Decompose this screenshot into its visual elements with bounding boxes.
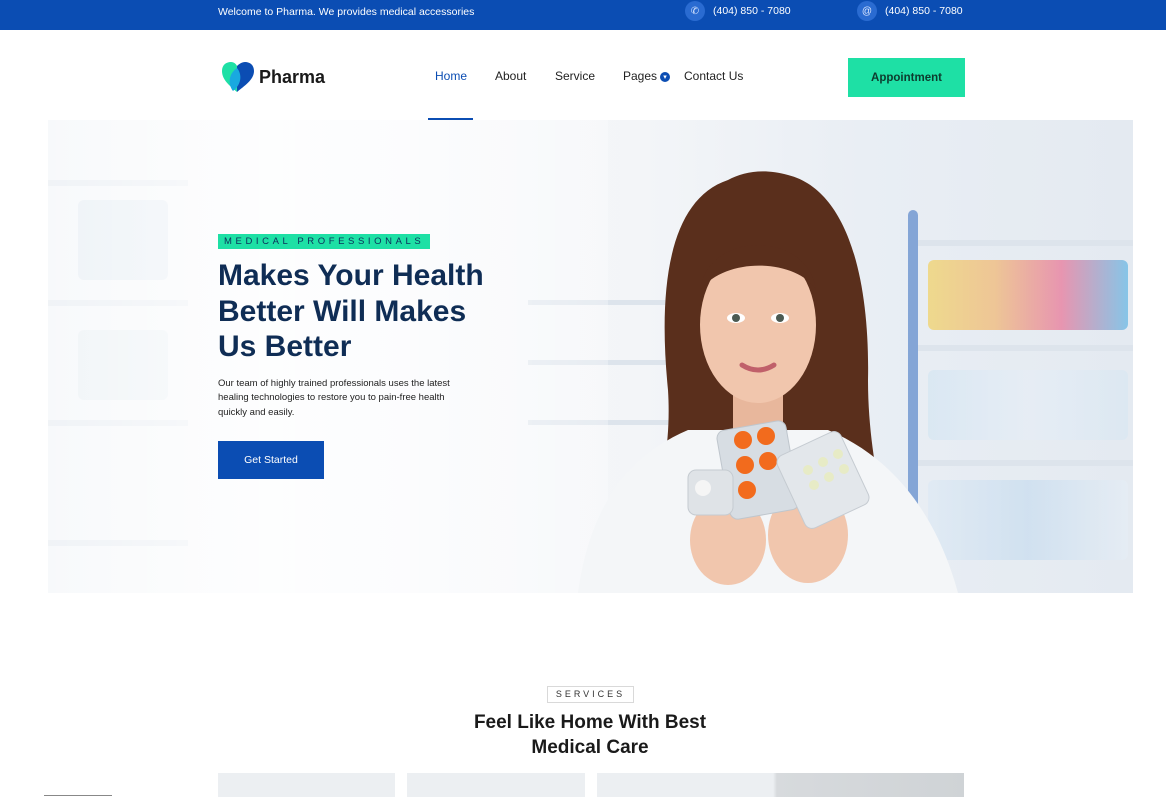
hero-banner — [48, 120, 1133, 593]
service-card[interactable] — [597, 773, 964, 797]
email-contact-text: (404) 850 - 7080 — [885, 5, 963, 17]
nav-pages[interactable]: Pages — [623, 69, 657, 83]
nav-service[interactable]: Service — [555, 69, 595, 83]
phone-contact[interactable]: ✆ (404) 850 - 7080 — [685, 0, 791, 22]
get-started-button[interactable]: Get Started — [218, 441, 324, 479]
phone-icon: ✆ — [685, 1, 705, 21]
services-title-line: Medical Care — [531, 736, 649, 758]
email-contact[interactable]: @ (404) 850 - 7080 — [857, 0, 963, 22]
service-card[interactable] — [218, 773, 395, 797]
services-title: Feel Like Home With Best Medical Care — [440, 711, 740, 760]
hero-headline: Makes Your Health Better Will Makes Us B… — [218, 258, 548, 365]
divider — [44, 795, 112, 796]
brand-name: Pharma — [259, 66, 326, 87]
nav-contact-us[interactable]: Contact Us — [684, 69, 743, 83]
hero-description: Our team of highly trained professionals… — [218, 378, 450, 418]
phone-number: (404) 850 - 7080 — [713, 5, 791, 17]
services-tag: SERVICES — [547, 686, 634, 703]
service-card[interactable] — [407, 773, 585, 797]
hero-headline-line: Better Will Makes — [218, 294, 467, 328]
hero-headline-line: Makes Your Health — [218, 259, 484, 292]
heart-logo-icon — [222, 62, 254, 92]
top-bar: Welcome to Pharma. We provides medical a… — [0, 0, 1166, 30]
appointment-button[interactable]: Appointment — [848, 58, 965, 97]
hero-headline-line: Us Better — [218, 330, 352, 363]
pharmacist-image — [578, 171, 958, 593]
nav-about[interactable]: About — [495, 69, 526, 83]
brand-logo[interactable]: Pharma — [220, 60, 325, 94]
welcome-text: Welcome to Pharma. We provides medical a… — [218, 6, 475, 18]
nav-home[interactable]: Home — [435, 69, 467, 83]
hero-tagline: MEDICAL PROFESSIONALS — [218, 234, 431, 249]
services-title-line: Feel Like Home With Best — [473, 712, 707, 733]
chevron-down-icon[interactable]: ▾ — [660, 72, 670, 82]
at-icon: @ — [857, 1, 877, 21]
